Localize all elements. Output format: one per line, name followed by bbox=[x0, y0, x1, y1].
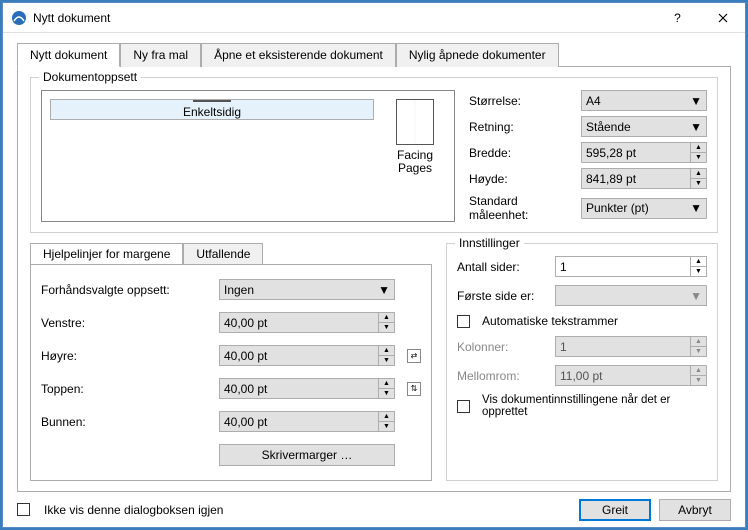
dialog-footer: Ikke vis denne dialogboksen igjen Greit … bbox=[3, 492, 745, 527]
cancel-button[interactable]: Avbryt bbox=[659, 499, 731, 521]
auto-frames-label: Automatiske tekstrammer bbox=[482, 314, 618, 328]
first-page-label: Første side er: bbox=[457, 289, 549, 303]
layout-single-page[interactable]: Enkeltsidig bbox=[50, 99, 374, 120]
columns-spinner: ▲▼ bbox=[555, 336, 707, 357]
unit-select[interactable]: Punkter (pt)▼ bbox=[581, 198, 707, 219]
columns-label: Kolonner: bbox=[457, 340, 549, 354]
margin-right-label: Høyre: bbox=[41, 349, 211, 363]
tab-open-existing[interactable]: Åpne et eksisterende dokument bbox=[201, 43, 396, 67]
group-title-layout: Dokumentoppsett bbox=[39, 70, 141, 84]
link-vertical-icon[interactable]: ⇅ bbox=[407, 382, 421, 396]
size-select[interactable]: A4▼ bbox=[581, 90, 707, 111]
auto-frames-checkbox[interactable] bbox=[457, 315, 470, 328]
orientation-select[interactable]: Stående▼ bbox=[581, 116, 707, 137]
margin-left-spinner[interactable]: ▲▼ bbox=[219, 312, 395, 333]
orientation-label: Retning: bbox=[469, 120, 575, 134]
ok-button[interactable]: Greit bbox=[579, 499, 651, 521]
margin-left-label: Venstre: bbox=[41, 316, 211, 330]
dont-show-checkbox[interactable] bbox=[17, 503, 30, 516]
link-horizontal-icon[interactable]: ⇄ bbox=[407, 349, 421, 363]
margins-column: Hjelpelinjer for margene Utfallende Forh… bbox=[30, 243, 432, 481]
tab-panel: Dokumentoppsett Enkeltsidig Facing Pages bbox=[17, 67, 731, 492]
main-tabs: Nytt dokument Ny fra mal Åpne et eksiste… bbox=[17, 43, 731, 67]
preset-select[interactable]: Ingen▼ bbox=[219, 279, 395, 300]
preset-label: Forhåndsvalgte oppsett: bbox=[41, 283, 211, 297]
chevron-down-icon: ▼ bbox=[378, 283, 390, 297]
spin-up-icon[interactable]: ▲ bbox=[690, 169, 706, 179]
spin-down-icon[interactable]: ▼ bbox=[690, 179, 706, 188]
dont-show-label: Ikke vis denne dialogboksen igjen bbox=[44, 503, 223, 517]
size-label: Størrelse: bbox=[469, 94, 575, 108]
subtab-bleed[interactable]: Utfallende bbox=[183, 243, 263, 265]
tab-new-document[interactable]: Nytt dokument bbox=[17, 43, 120, 67]
spin-down-icon[interactable]: ▼ bbox=[690, 153, 706, 162]
document-layout-group: Dokumentoppsett Enkeltsidig Facing Pages bbox=[30, 77, 718, 233]
page-layout-list: Enkeltsidig Facing Pages bbox=[41, 90, 455, 222]
margin-right-spinner[interactable]: ▲▼ bbox=[219, 345, 395, 366]
gap-spinner: ▲▼ bbox=[555, 365, 707, 386]
gap-label: Mellomrom: bbox=[457, 369, 549, 383]
first-page-select[interactable]: ▼ bbox=[555, 285, 707, 306]
margin-bottom-label: Bunnen: bbox=[41, 415, 211, 429]
tab-from-template[interactable]: Ny fra mal bbox=[120, 43, 201, 67]
pages-spinner[interactable]: ▲▼ bbox=[555, 256, 707, 277]
chevron-down-icon: ▼ bbox=[690, 201, 702, 215]
margin-top-label: Toppen: bbox=[41, 382, 211, 396]
facing-pages-icon bbox=[396, 99, 434, 145]
margin-top-spinner[interactable]: ▲▼ bbox=[219, 378, 395, 399]
close-icon bbox=[718, 13, 728, 23]
show-settings-checkbox[interactable] bbox=[457, 400, 470, 413]
height-label: Høyde: bbox=[469, 172, 575, 186]
chevron-down-icon: ▼ bbox=[690, 94, 702, 108]
single-page-icon bbox=[193, 100, 231, 102]
margin-bottom-spinner[interactable]: ▲▼ bbox=[219, 411, 395, 432]
subtab-margins[interactable]: Hjelpelinjer for margene bbox=[30, 243, 183, 265]
content-area: Nytt dokument Ny fra mal Åpne et eksiste… bbox=[3, 33, 745, 492]
unit-label: Standard måleenhet: bbox=[469, 194, 575, 222]
width-spinner[interactable]: ▲▼ bbox=[581, 142, 707, 163]
settings-column: Innstillinger Antall sider: ▲▼ Første si… bbox=[446, 243, 718, 481]
dialog-window: Nytt dokument ? Nytt dokument Ny fra mal… bbox=[2, 2, 746, 528]
close-button[interactable] bbox=[700, 3, 745, 32]
width-label: Bredde: bbox=[469, 146, 575, 160]
chevron-down-icon: ▼ bbox=[690, 120, 702, 134]
help-button[interactable]: ? bbox=[655, 3, 700, 32]
show-settings-label: Vis dokumentinnstillingene når det er op… bbox=[482, 394, 707, 418]
height-spinner[interactable]: ▲▼ bbox=[581, 168, 707, 189]
titlebar: Nytt dokument ? bbox=[3, 3, 745, 33]
chevron-down-icon: ▼ bbox=[690, 289, 702, 303]
group-title-settings: Innstillinger bbox=[455, 236, 524, 250]
layout-facing-pages[interactable]: Facing Pages bbox=[384, 99, 446, 213]
app-icon bbox=[11, 10, 27, 26]
window-title: Nytt dokument bbox=[33, 11, 655, 25]
tab-recent[interactable]: Nylig åpnede dokumenter bbox=[396, 43, 559, 67]
printer-margins-button[interactable]: Skrivermarger … bbox=[219, 444, 395, 466]
pages-label: Antall sider: bbox=[457, 260, 549, 274]
spin-up-icon[interactable]: ▲ bbox=[690, 143, 706, 153]
